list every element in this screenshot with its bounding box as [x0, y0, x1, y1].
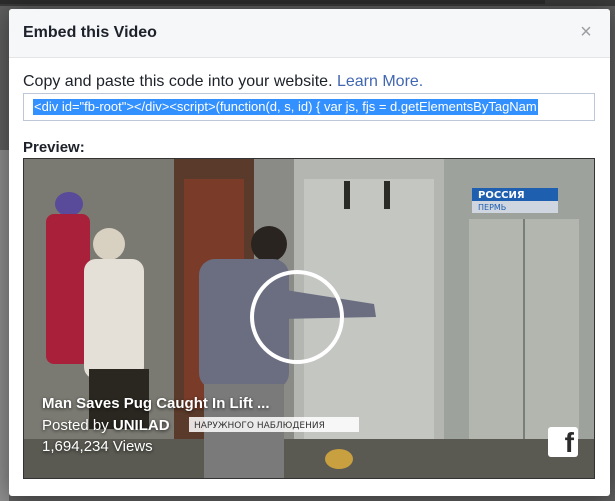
channel-logo: РОССИЯ ПЕРМЬ [472, 188, 558, 213]
dialog-header: Embed this Video × [9, 9, 610, 58]
embed-code-text[interactable]: <div id="fb-root"></div><script>(functio… [33, 99, 538, 115]
preview-label: Preview: [23, 139, 85, 156]
instruction-text: Copy and paste this code into your websi… [23, 73, 423, 91]
embed-video-dialog: Embed this Video × Copy and paste this c… [9, 9, 610, 496]
instruction-label: Copy and paste this code into your websi… [23, 73, 333, 90]
backdrop-top-bar [0, 0, 615, 6]
facebook-icon[interactable]: f [548, 427, 578, 458]
video-views: 1,694,234 Views [42, 438, 153, 455]
posted-by-name[interactable]: UNILAD [113, 417, 170, 434]
video-title: Man Saves Pug Caught In Lift ... [42, 395, 270, 412]
embed-code-field[interactable]: <div id="fb-root"></div><script>(functio… [23, 93, 595, 121]
dialog-title: Embed this Video [23, 24, 157, 41]
video-caption: Man Saves Pug Caught In Lift ... Posted … [42, 395, 270, 457]
posted-by-prefix: Posted by [42, 417, 113, 434]
learn-more-link[interactable]: Learn More. [337, 73, 423, 90]
channel-logo-text: РОССИЯ [478, 190, 525, 201]
video-posted-by: Posted by UNILAD [42, 415, 270, 437]
close-icon[interactable]: × [577, 22, 595, 42]
background-page [0, 150, 9, 501]
channel-region-text: ПЕРМЬ [478, 203, 506, 212]
video-preview[interactable]: РОССИЯ ПЕРМЬ НАРУЖНОГО НАБЛЮДЕНИЯ Man Sa… [23, 158, 595, 479]
